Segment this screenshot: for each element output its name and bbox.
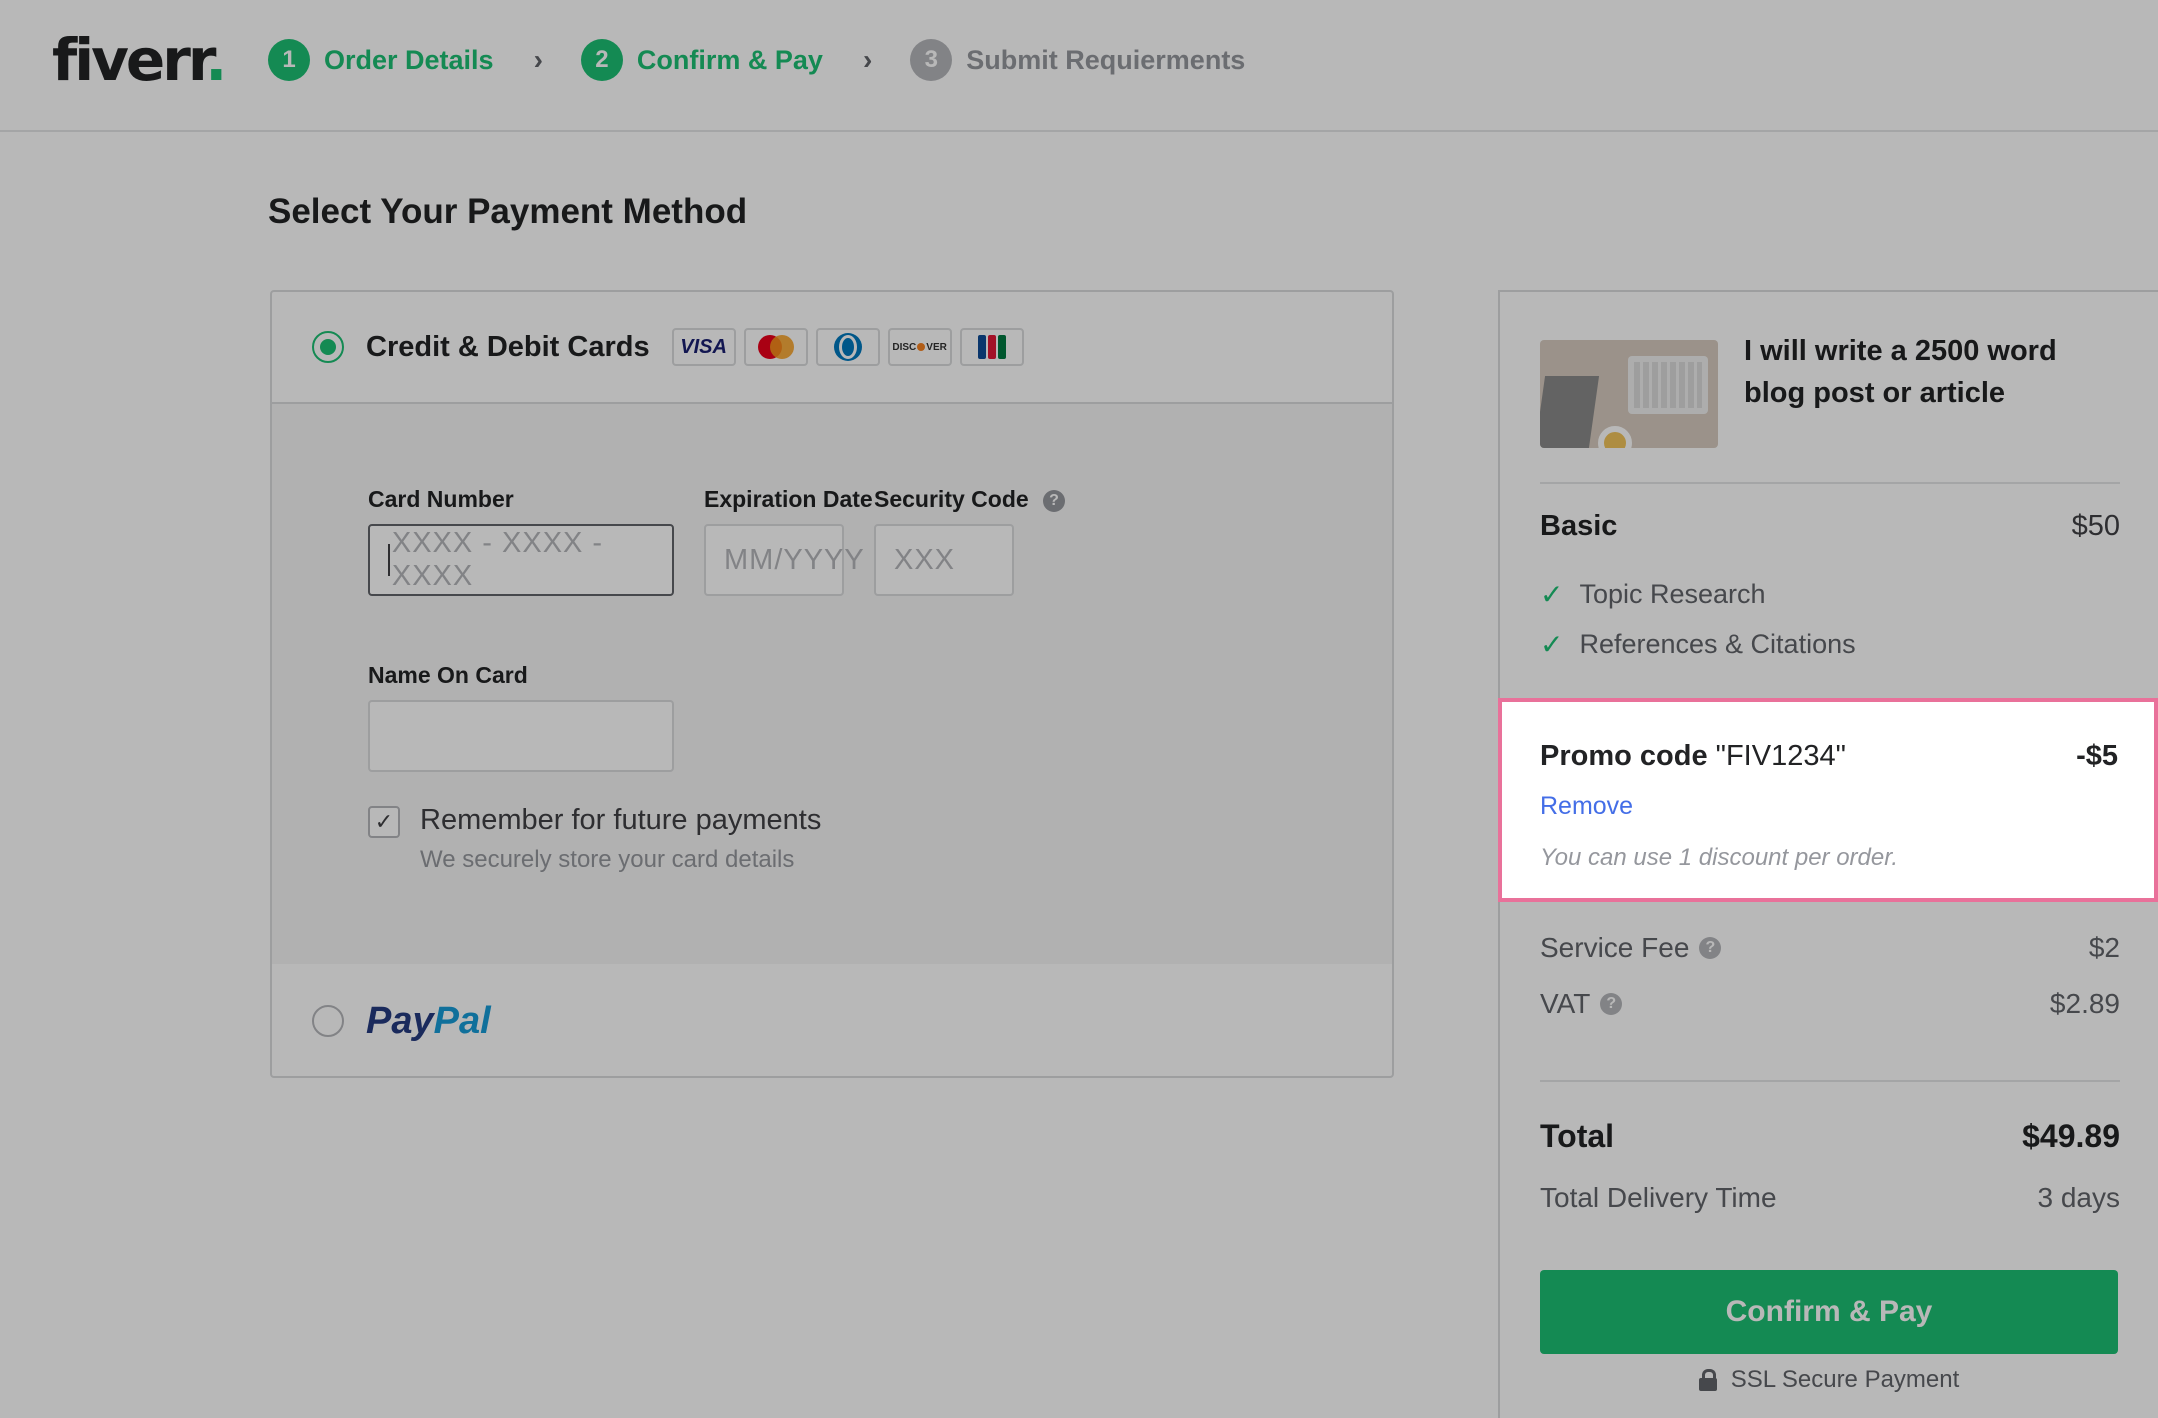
promo-code-label: Promo code "FIV1234" xyxy=(1540,740,1846,772)
expiration-date-input[interactable]: MM/YYYY xyxy=(704,524,864,596)
card-number-placeholder: XXXX - XXXX - XXXX xyxy=(391,527,604,592)
delivery-value: 3 days xyxy=(2037,1182,2121,1213)
promo-note: You can use 1 discount per order. xyxy=(1540,844,1899,871)
name-on-card-input[interactable] xyxy=(368,700,674,772)
security-code-input[interactable]: XXX xyxy=(874,524,1014,596)
step-label: Submit Requierments xyxy=(966,44,1246,75)
step-label: Order Details xyxy=(324,44,494,75)
paypal-option-row[interactable]: PayPal xyxy=(272,964,1392,1078)
chevron-right-icon: › xyxy=(533,44,543,75)
discover-icon: DISC VER xyxy=(887,328,952,366)
card-radio-button[interactable] xyxy=(312,331,344,363)
expiration-placeholder: MM/YYYY xyxy=(724,543,865,576)
total-label: Total xyxy=(1540,1118,1615,1154)
step-number: 3 xyxy=(910,39,953,81)
card-number-label: Card Number xyxy=(368,486,514,512)
checkmark-icon: ✓ xyxy=(1540,629,1564,660)
service-fee-value: $2 xyxy=(2088,932,2120,963)
feature-item: ✓ Topic Research xyxy=(1540,579,1766,610)
security-code-placeholder: XXX xyxy=(894,543,956,576)
feature-item: ✓ References & Citations xyxy=(1540,629,1856,660)
remember-checkbox[interactable]: ✓ xyxy=(368,806,400,838)
service-fee-label: Service Fee? xyxy=(1540,932,1722,964)
vat-value: $2.89 xyxy=(2049,988,2120,1019)
lock-icon xyxy=(1698,1369,1717,1391)
payment-method-panel: Credit & Debit Cards VISA DISC VER Card N… xyxy=(270,290,1394,1078)
divider xyxy=(1540,482,2120,484)
promo-remove-link[interactable]: Remove xyxy=(1540,792,1633,821)
step-number: 1 xyxy=(268,39,310,81)
delivery-row: Total Delivery Time 3 days xyxy=(1540,1182,2120,1214)
promo-discount-amount: -$5 xyxy=(2076,740,2118,772)
package-price: $50 xyxy=(2071,510,2120,542)
step-label: Confirm & Pay xyxy=(636,44,823,75)
name-on-card-label: Name On Card xyxy=(368,662,528,688)
diners-club-icon xyxy=(815,328,880,366)
gig-thumbnail xyxy=(1540,340,1718,448)
package-name: Basic xyxy=(1540,510,1618,542)
vat-row: VAT? $2.89 xyxy=(1540,988,2120,1020)
total-row: Total $49.89 xyxy=(1540,1118,2120,1155)
divider xyxy=(1540,1080,2120,1082)
checkmark-icon: ✓ xyxy=(1540,579,1564,610)
step-confirm-pay[interactable]: 2 Confirm & Pay xyxy=(580,39,823,81)
paypal-logo: PayPal xyxy=(366,999,491,1042)
promo-code-box: Promo code "FIV1234" -$5 Remove You can … xyxy=(1498,698,2158,902)
delivery-label: Total Delivery Time xyxy=(1540,1182,1777,1213)
step-submit-requirements: 3 Submit Requierments xyxy=(910,39,1245,81)
help-icon[interactable]: ? xyxy=(1600,993,1623,1015)
page-title: Select Your Payment Method xyxy=(268,192,748,231)
step-number: 2 xyxy=(580,39,623,81)
gig-title: I will write a 2500 word blog post or ar… xyxy=(1744,335,2057,409)
text-caret xyxy=(388,544,390,576)
step-order-details[interactable]: 1 Order Details xyxy=(268,39,494,81)
checkout-steps: 1 Order Details › 2 Confirm & Pay › 3 Su… xyxy=(268,38,1245,82)
card-brand-icons: VISA DISC VER xyxy=(671,328,1032,366)
ssl-notice: SSL Secure Payment xyxy=(1540,1366,2118,1394)
visa-icon: VISA xyxy=(671,328,736,366)
total-value: $49.89 xyxy=(2022,1118,2120,1154)
card-option-row[interactable]: Credit & Debit Cards VISA DISC VER xyxy=(272,292,1392,404)
jcb-icon xyxy=(959,328,1024,366)
confirm-pay-button[interactable]: Confirm & Pay xyxy=(1540,1270,2118,1354)
card-option-label: Credit & Debit Cards xyxy=(366,330,650,363)
expiration-date-label: Expiration Date xyxy=(704,486,873,512)
checkmark-icon: ✓ xyxy=(374,809,394,834)
package-row: Basic $50 xyxy=(1540,510,2120,543)
remember-label: Remember for future payments xyxy=(420,804,822,836)
help-icon[interactable]: ? xyxy=(1699,937,1722,959)
service-fee-row: Service Fee? $2 xyxy=(1540,932,2120,964)
remember-sublabel: We securely store your card details xyxy=(420,846,795,873)
card-number-input[interactable]: XXXX - XXXX - XXXX xyxy=(368,524,674,596)
vat-label: VAT? xyxy=(1540,988,1623,1020)
chevron-right-icon: › xyxy=(862,44,873,75)
fiverr-logo[interactable]: fiverr. xyxy=(52,26,227,94)
top-header: fiverr. 1 Order Details › 2 Confirm & Pa… xyxy=(0,0,2158,132)
security-code-label: Security Code ? xyxy=(874,486,1066,513)
mastercard-icon xyxy=(743,328,808,366)
help-icon[interactable]: ? xyxy=(1043,489,1066,512)
paypal-radio-button[interactable] xyxy=(312,1005,344,1037)
card-form: Card Number XXXX - XXXX - XXXX Expiratio… xyxy=(272,404,1392,964)
